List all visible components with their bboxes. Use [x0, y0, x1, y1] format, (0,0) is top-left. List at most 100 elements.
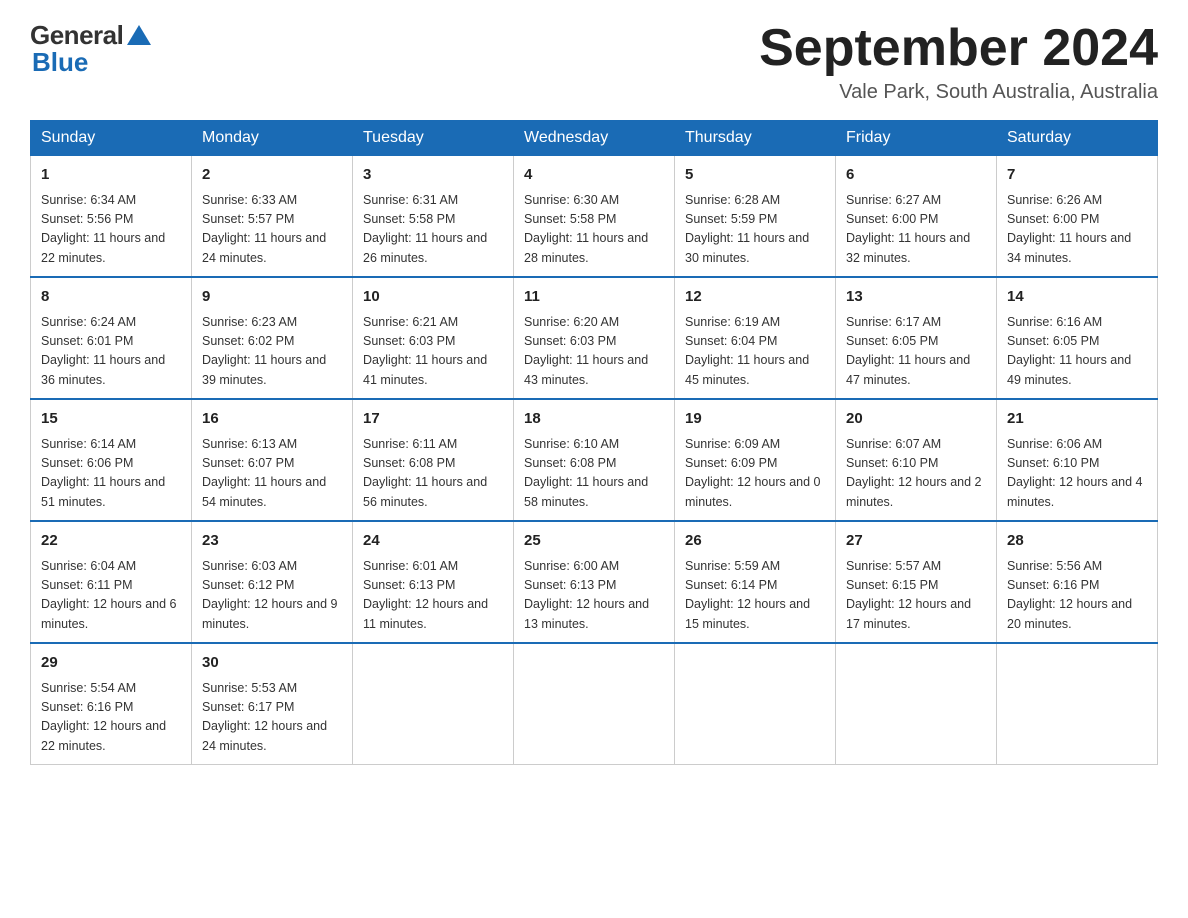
day-number: 29	[41, 652, 181, 675]
day-info: Sunrise: 6:23 AMSunset: 6:02 PMDaylight:…	[202, 313, 342, 391]
day-number: 20	[846, 408, 986, 431]
calendar-day-cell: 2 Sunrise: 6:33 AMSunset: 5:57 PMDayligh…	[192, 156, 353, 278]
day-number: 18	[524, 408, 664, 431]
calendar-day-cell: 11 Sunrise: 6:20 AMSunset: 6:03 PMDaylig…	[514, 277, 675, 399]
day-info: Sunrise: 5:54 AMSunset: 6:16 PMDaylight:…	[41, 679, 181, 757]
calendar-week-row: 8 Sunrise: 6:24 AMSunset: 6:01 PMDayligh…	[31, 277, 1158, 399]
calendar-day-cell: 4 Sunrise: 6:30 AMSunset: 5:58 PMDayligh…	[514, 156, 675, 278]
day-number: 21	[1007, 408, 1147, 431]
column-header-sunday: Sunday	[31, 121, 192, 156]
day-info: Sunrise: 5:57 AMSunset: 6:15 PMDaylight:…	[846, 557, 986, 635]
day-number: 2	[202, 164, 342, 187]
empty-cell	[675, 643, 836, 765]
empty-cell	[997, 643, 1158, 765]
logo: General Blue	[30, 20, 151, 78]
calendar-day-cell: 9 Sunrise: 6:23 AMSunset: 6:02 PMDayligh…	[192, 277, 353, 399]
empty-cell	[353, 643, 514, 765]
calendar-table: SundayMondayTuesdayWednesdayThursdayFrid…	[30, 120, 1158, 765]
day-info: Sunrise: 6:09 AMSunset: 6:09 PMDaylight:…	[685, 435, 825, 513]
day-info: Sunrise: 6:06 AMSunset: 6:10 PMDaylight:…	[1007, 435, 1147, 513]
empty-cell	[836, 643, 997, 765]
day-number: 24	[363, 530, 503, 553]
column-header-thursday: Thursday	[675, 121, 836, 156]
day-info: Sunrise: 5:56 AMSunset: 6:16 PMDaylight:…	[1007, 557, 1147, 635]
calendar-day-cell: 29 Sunrise: 5:54 AMSunset: 6:16 PMDaylig…	[31, 643, 192, 765]
calendar-day-cell: 26 Sunrise: 5:59 AMSunset: 6:14 PMDaylig…	[675, 521, 836, 643]
day-number: 6	[846, 164, 986, 187]
calendar-day-cell: 20 Sunrise: 6:07 AMSunset: 6:10 PMDaylig…	[836, 399, 997, 521]
day-info: Sunrise: 6:31 AMSunset: 5:58 PMDaylight:…	[363, 191, 503, 269]
day-info: Sunrise: 6:28 AMSunset: 5:59 PMDaylight:…	[685, 191, 825, 269]
day-info: Sunrise: 6:11 AMSunset: 6:08 PMDaylight:…	[363, 435, 503, 513]
calendar-day-cell: 30 Sunrise: 5:53 AMSunset: 6:17 PMDaylig…	[192, 643, 353, 765]
day-number: 11	[524, 286, 664, 309]
day-info: Sunrise: 6:16 AMSunset: 6:05 PMDaylight:…	[1007, 313, 1147, 391]
day-info: Sunrise: 6:04 AMSunset: 6:11 PMDaylight:…	[41, 557, 181, 635]
day-info: Sunrise: 5:59 AMSunset: 6:14 PMDaylight:…	[685, 557, 825, 635]
calendar-day-cell: 6 Sunrise: 6:27 AMSunset: 6:00 PMDayligh…	[836, 156, 997, 278]
column-header-saturday: Saturday	[997, 121, 1158, 156]
calendar-week-row: 29 Sunrise: 5:54 AMSunset: 6:16 PMDaylig…	[31, 643, 1158, 765]
day-number: 15	[41, 408, 181, 431]
calendar-day-cell: 22 Sunrise: 6:04 AMSunset: 6:11 PMDaylig…	[31, 521, 192, 643]
calendar-day-cell: 15 Sunrise: 6:14 AMSunset: 6:06 PMDaylig…	[31, 399, 192, 521]
calendar-day-cell: 1 Sunrise: 6:34 AMSunset: 5:56 PMDayligh…	[31, 156, 192, 278]
day-number: 12	[685, 286, 825, 309]
day-info: Sunrise: 6:27 AMSunset: 6:00 PMDaylight:…	[846, 191, 986, 269]
calendar-day-cell: 27 Sunrise: 5:57 AMSunset: 6:15 PMDaylig…	[836, 521, 997, 643]
calendar-day-cell: 8 Sunrise: 6:24 AMSunset: 6:01 PMDayligh…	[31, 277, 192, 399]
calendar-day-cell: 14 Sunrise: 6:16 AMSunset: 6:05 PMDaylig…	[997, 277, 1158, 399]
day-info: Sunrise: 6:03 AMSunset: 6:12 PMDaylight:…	[202, 557, 342, 635]
calendar-day-cell: 23 Sunrise: 6:03 AMSunset: 6:12 PMDaylig…	[192, 521, 353, 643]
calendar-day-cell: 25 Sunrise: 6:00 AMSunset: 6:13 PMDaylig…	[514, 521, 675, 643]
day-number: 26	[685, 530, 825, 553]
day-info: Sunrise: 6:13 AMSunset: 6:07 PMDaylight:…	[202, 435, 342, 513]
day-info: Sunrise: 6:24 AMSunset: 6:01 PMDaylight:…	[41, 313, 181, 391]
calendar-day-cell: 21 Sunrise: 6:06 AMSunset: 6:10 PMDaylig…	[997, 399, 1158, 521]
calendar-day-cell: 17 Sunrise: 6:11 AMSunset: 6:08 PMDaylig…	[353, 399, 514, 521]
day-info: Sunrise: 6:34 AMSunset: 5:56 PMDaylight:…	[41, 191, 181, 269]
day-number: 10	[363, 286, 503, 309]
day-number: 8	[41, 286, 181, 309]
day-number: 22	[41, 530, 181, 553]
day-info: Sunrise: 6:17 AMSunset: 6:05 PMDaylight:…	[846, 313, 986, 391]
calendar-day-cell: 5 Sunrise: 6:28 AMSunset: 5:59 PMDayligh…	[675, 156, 836, 278]
calendar-day-cell: 12 Sunrise: 6:19 AMSunset: 6:04 PMDaylig…	[675, 277, 836, 399]
day-number: 5	[685, 164, 825, 187]
day-info: Sunrise: 5:53 AMSunset: 6:17 PMDaylight:…	[202, 679, 342, 757]
day-number: 25	[524, 530, 664, 553]
calendar-day-cell: 24 Sunrise: 6:01 AMSunset: 6:13 PMDaylig…	[353, 521, 514, 643]
day-number: 13	[846, 286, 986, 309]
empty-cell	[514, 643, 675, 765]
day-info: Sunrise: 6:14 AMSunset: 6:06 PMDaylight:…	[41, 435, 181, 513]
day-number: 23	[202, 530, 342, 553]
column-header-tuesday: Tuesday	[353, 121, 514, 156]
page-header: General Blue September 2024 Vale Park, S…	[30, 20, 1158, 104]
day-info: Sunrise: 6:26 AMSunset: 6:00 PMDaylight:…	[1007, 191, 1147, 269]
column-header-friday: Friday	[836, 121, 997, 156]
calendar-day-cell: 28 Sunrise: 5:56 AMSunset: 6:16 PMDaylig…	[997, 521, 1158, 643]
day-info: Sunrise: 6:00 AMSunset: 6:13 PMDaylight:…	[524, 557, 664, 635]
column-header-monday: Monday	[192, 121, 353, 156]
calendar-day-cell: 3 Sunrise: 6:31 AMSunset: 5:58 PMDayligh…	[353, 156, 514, 278]
day-number: 17	[363, 408, 503, 431]
day-number: 30	[202, 652, 342, 675]
column-header-wednesday: Wednesday	[514, 121, 675, 156]
calendar-day-cell: 18 Sunrise: 6:10 AMSunset: 6:08 PMDaylig…	[514, 399, 675, 521]
calendar-day-cell: 19 Sunrise: 6:09 AMSunset: 6:09 PMDaylig…	[675, 399, 836, 521]
day-number: 28	[1007, 530, 1147, 553]
day-info: Sunrise: 6:10 AMSunset: 6:08 PMDaylight:…	[524, 435, 664, 513]
calendar-week-row: 22 Sunrise: 6:04 AMSunset: 6:11 PMDaylig…	[31, 521, 1158, 643]
calendar-header-row: SundayMondayTuesdayWednesdayThursdayFrid…	[31, 121, 1158, 156]
day-number: 9	[202, 286, 342, 309]
calendar-day-cell: 16 Sunrise: 6:13 AMSunset: 6:07 PMDaylig…	[192, 399, 353, 521]
title-area: September 2024 Vale Park, South Australi…	[759, 20, 1158, 104]
day-number: 16	[202, 408, 342, 431]
day-number: 4	[524, 164, 664, 187]
calendar-day-cell: 7 Sunrise: 6:26 AMSunset: 6:00 PMDayligh…	[997, 156, 1158, 278]
day-number: 7	[1007, 164, 1147, 187]
day-info: Sunrise: 6:07 AMSunset: 6:10 PMDaylight:…	[846, 435, 986, 513]
day-info: Sunrise: 6:01 AMSunset: 6:13 PMDaylight:…	[363, 557, 503, 635]
calendar-day-cell: 13 Sunrise: 6:17 AMSunset: 6:05 PMDaylig…	[836, 277, 997, 399]
day-info: Sunrise: 6:20 AMSunset: 6:03 PMDaylight:…	[524, 313, 664, 391]
